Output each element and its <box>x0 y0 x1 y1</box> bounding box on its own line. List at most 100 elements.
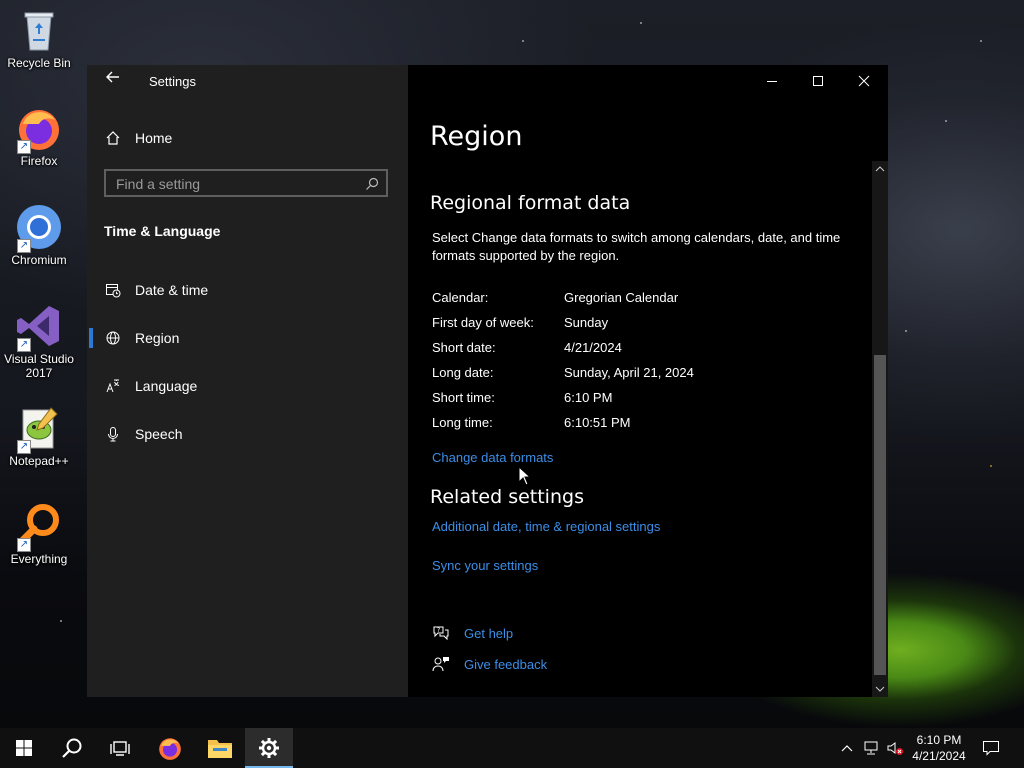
back-button[interactable] <box>101 69 125 93</box>
shortcut-arrow-icon: ↗ <box>17 538 31 552</box>
get-help-row[interactable]: ? Get help <box>432 623 513 643</box>
scroll-thumb[interactable] <box>874 355 886 675</box>
volume-muted-icon <box>887 742 903 755</box>
show-hidden-icons-button[interactable] <box>838 739 856 757</box>
sidebar-item-label: Region <box>135 330 180 346</box>
sidebar-item-region[interactable]: Region <box>87 318 408 358</box>
file-explorer-icon <box>208 740 232 758</box>
format-value: Gregorian Calendar <box>564 290 679 305</box>
minimize-icon <box>767 81 777 82</box>
close-icon <box>858 75 870 87</box>
visual-studio-icon: ↗ <box>15 302 63 352</box>
sidebar-item-speech[interactable]: Speech <box>87 414 408 454</box>
start-button[interactable] <box>0 728 48 768</box>
sidebar-item-label: Speech <box>135 426 183 442</box>
additional-regional-settings-link[interactable]: Additional date, time & regional setting… <box>432 519 660 534</box>
sidebar-item-language[interactable]: Language <box>87 366 408 406</box>
shortcut-arrow-icon: ↗ <box>17 440 31 454</box>
taskbar: 6:10 PM 4/21/2024 <box>0 728 1024 768</box>
chevron-up-icon <box>875 166 885 172</box>
settings-gear-icon <box>259 738 279 758</box>
format-value: 6:10 PM <box>564 390 613 405</box>
chromium-icon: ↗ <box>15 203 63 253</box>
format-value: Sunday, April 21, 2024 <box>564 365 694 380</box>
help-chat-icon: ? <box>432 624 450 642</box>
minimize-button[interactable] <box>749 65 795 97</box>
window-title: Settings <box>149 74 196 89</box>
start-icon <box>16 740 32 756</box>
everything-search-icon: ↗ <box>15 502 63 552</box>
chevron-down-icon <box>875 686 885 692</box>
taskbar-search-button[interactable] <box>48 728 96 768</box>
firefox-icon <box>159 738 181 760</box>
taskbar-file-explorer-button[interactable] <box>196 728 244 768</box>
page-title: Region <box>430 121 523 152</box>
search-input[interactable]: Find a setting <box>104 169 388 197</box>
home-icon <box>103 128 123 148</box>
format-key: Long date: <box>432 365 494 380</box>
format-key: Calendar: <box>432 290 489 305</box>
format-key: Long time: <box>432 415 493 430</box>
task-view-icon <box>110 741 130 756</box>
search-icon[interactable] <box>364 176 380 192</box>
desktop-icon-label: Everything <box>10 552 68 566</box>
sidebar-section-header: Time & Language <box>104 223 221 239</box>
desktop-icon-chromium[interactable]: ↗ Chromium <box>0 203 78 267</box>
taskbar-clock[interactable]: 6:10 PM 4/21/2024 <box>905 732 973 764</box>
clock-time: 6:10 PM <box>916 733 962 747</box>
sidebar-item-label: Language <box>135 378 198 394</box>
globe-icon <box>103 328 123 348</box>
firefox-icon: ↗ <box>15 104 63 154</box>
give-feedback-row[interactable]: Give feedback <box>432 654 547 674</box>
content-scrollbar[interactable] <box>872 161 888 697</box>
get-help-link[interactable]: Get help <box>464 626 513 641</box>
back-arrow-icon <box>106 71 119 83</box>
taskbar-settings-button[interactable] <box>245 728 293 768</box>
format-value: Sunday <box>564 315 609 330</box>
svg-text:?: ? <box>437 627 440 634</box>
maximize-button[interactable] <box>795 65 841 97</box>
sidebar-item-date-time[interactable]: Date & time <box>87 270 408 310</box>
network-button[interactable] <box>862 739 880 757</box>
recycle-bin-icon <box>15 6 63 54</box>
format-value: 6:10:51 PM <box>564 415 631 430</box>
desktop-icon-label: Firefox <box>20 154 58 168</box>
taskbar-firefox-button[interactable] <box>146 728 194 768</box>
mouse-cursor-icon <box>518 466 532 486</box>
related-settings-heading: Related settings <box>430 486 584 508</box>
settings-sidebar: Settings Home Find a setting Time & Lang… <box>87 65 408 697</box>
desktop-icon-visual-studio[interactable]: ↗ Visual Studio 2017 <box>0 302 78 380</box>
sync-settings-link[interactable]: Sync your settings <box>432 558 538 573</box>
format-key: Short time: <box>432 390 495 405</box>
volume-button[interactable] <box>886 739 904 757</box>
sidebar-item-home[interactable]: Home <box>87 118 408 158</box>
change-data-formats-link[interactable]: Change data formats <box>432 450 553 465</box>
shortcut-arrow-icon: ↗ <box>17 338 31 352</box>
regional-format-heading: Regional format data <box>430 192 631 214</box>
desktop-icon-firefox[interactable]: ↗ Firefox <box>0 104 78 168</box>
desktop-icon-label: Chromium <box>11 253 67 267</box>
desktop-icon-label: Notepad++ <box>9 454 69 468</box>
sidebar-item-label: Home <box>135 130 173 146</box>
task-view-button[interactable] <box>96 728 144 768</box>
calendar-clock-icon <box>103 280 123 300</box>
chevron-up-icon <box>841 745 853 752</box>
settings-content: Region Regional format data Select Chang… <box>408 65 888 697</box>
action-center-icon <box>983 741 999 756</box>
maximize-icon <box>813 76 823 86</box>
language-icon <box>103 376 123 396</box>
action-center-button[interactable] <box>982 739 1000 757</box>
close-button[interactable] <box>841 65 887 97</box>
desktop-icon-everything[interactable]: ↗ Everything <box>0 502 78 566</box>
desktop-icon-notepad-plus-plus[interactable]: ↗ Notepad++ <box>0 404 78 468</box>
format-key: Short date: <box>432 340 496 355</box>
scroll-down-button[interactable] <box>872 681 888 697</box>
format-value: 4/21/2024 <box>564 340 622 355</box>
format-key: First day of week: <box>432 315 534 330</box>
scroll-up-button[interactable] <box>872 161 888 177</box>
give-feedback-link[interactable]: Give feedback <box>464 657 547 672</box>
desktop-icon-label: Visual Studio 2017 <box>4 352 74 380</box>
desktop-icon-recycle-bin[interactable]: Recycle Bin <box>0 6 78 70</box>
feedback-icon <box>432 655 450 673</box>
network-icon <box>864 741 878 755</box>
